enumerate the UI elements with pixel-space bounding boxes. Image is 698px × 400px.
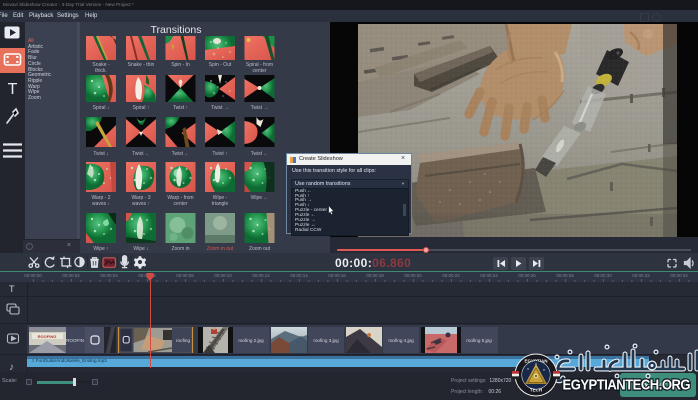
svg-text:roofing 3.jpg: roofing 3.jpg [313, 338, 339, 343]
svg-text:Transitions: Transitions [151, 24, 202, 36]
svg-text:roofing 5.jpg: roofing 5.jpg [466, 338, 492, 343]
svg-text:ROOFING: ROOFING [38, 334, 57, 339]
svg-text:roofing 4.jpg: roofing 4.jpg [388, 338, 414, 343]
svg-text:ROOFIN: ROOFIN [66, 338, 84, 343]
svg-text:♪: ♪ [9, 362, 14, 372]
svg-text:roofing 2.jpg: roofing 2.jpg [238, 338, 264, 343]
svg-text:T: T [8, 81, 18, 98]
svg-text:roofing: roofing [176, 338, 190, 343]
svg-text:00:00:06.860: 00:00:06.860 [335, 256, 411, 270]
svg-text:T: T [9, 284, 15, 294]
svg-text:EGYPTIANTECH.ORG: EGYPTIANTECH.ORG [563, 376, 691, 393]
